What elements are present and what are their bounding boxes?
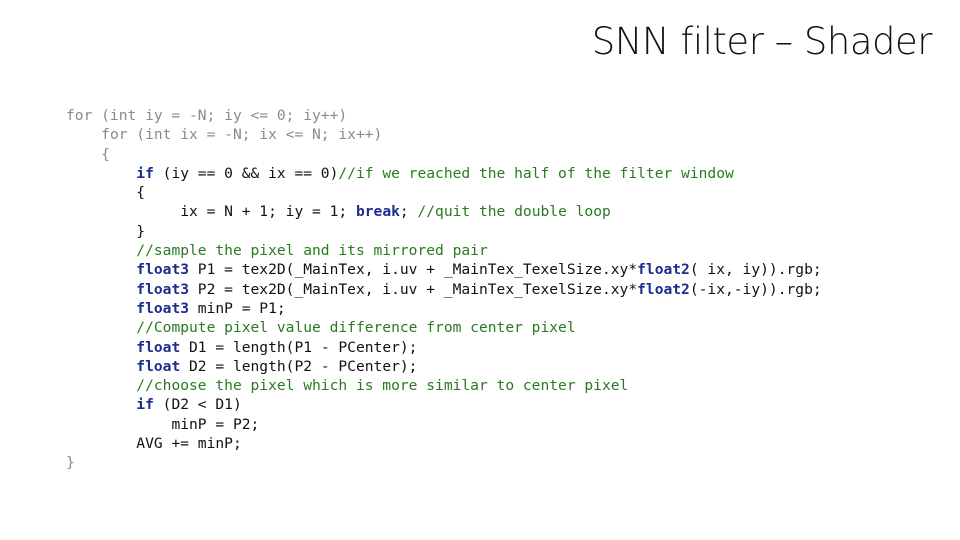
code-keyword: break xyxy=(355,203,400,221)
code-comment: //if we reached the half of the filter w… xyxy=(338,164,734,182)
code-line: for (int ix = -N; ix <= N; ix++) xyxy=(66,125,822,144)
code-text: AVG += minP; xyxy=(136,435,242,453)
code-text: minP = P1; xyxy=(189,299,286,317)
code-line: } xyxy=(66,222,822,241)
code-line: minP = P2; xyxy=(66,415,822,434)
code-text: { xyxy=(136,184,146,202)
code-text: ix = N + 1; iy = 1; xyxy=(180,203,356,221)
code-text: D1 = length(P1 - PCenter); xyxy=(180,338,418,356)
code-comment: //Compute pixel value difference from ce… xyxy=(136,319,576,337)
code-type: float3 xyxy=(136,280,190,298)
code-line: if (D2 < D1) xyxy=(66,395,822,414)
code-type: float3 xyxy=(136,299,190,317)
code-text: P1 = tex2D(_MainTex, i.uv + _MainTex_Tex… xyxy=(189,261,638,279)
code-keyword: for xyxy=(66,107,93,124)
code-text: (iy == 0 && ix == 0) xyxy=(153,164,339,182)
slide-title: SNN filter – Shader xyxy=(591,20,933,63)
code-block: for (int iy = -N; iy <= 0; iy++) for (in… xyxy=(66,106,822,473)
code-text: ( ix, iy)).rgb; xyxy=(689,261,822,279)
code-type: float2 xyxy=(637,261,690,279)
code-line: } xyxy=(66,453,822,472)
code-line: { xyxy=(66,183,822,202)
code-text: } xyxy=(136,222,146,240)
code-comment: //sample the pixel and its mirrored pair xyxy=(136,242,488,260)
code-line: //Compute pixel value difference from ce… xyxy=(66,318,822,337)
code-text: D2 = length(P2 - PCenter); xyxy=(180,357,418,375)
code-keyword: if xyxy=(136,396,154,414)
code-line: float D1 = length(P1 - PCenter); xyxy=(66,338,822,357)
code-comment: //quit the double loop xyxy=(417,203,611,221)
code-text: (int ix = -N; ix <= N; ix++) xyxy=(127,126,383,144)
code-text: (int iy = -N; iy <= 0; iy++) xyxy=(92,107,348,124)
code-line: float3 minP = P1; xyxy=(66,299,822,318)
code-line: float D2 = length(P2 - PCenter); xyxy=(66,357,822,376)
code-line: AVG += minP; xyxy=(66,434,822,453)
code-text: (D2 < D1) xyxy=(153,396,242,414)
code-text: minP = P2; xyxy=(171,415,260,433)
code-type: float xyxy=(136,338,181,356)
code-line: { xyxy=(66,145,822,164)
code-line: //sample the pixel and its mirrored pair xyxy=(66,241,822,260)
code-line: if (iy == 0 && ix == 0)//if we reached t… xyxy=(66,164,822,183)
code-keyword: for xyxy=(101,126,128,144)
code-line: float3 P1 = tex2D(_MainTex, i.uv + _Main… xyxy=(66,260,822,279)
code-text: { xyxy=(101,145,110,163)
code-type: float xyxy=(136,357,181,375)
code-line: //choose the pixel which is more similar… xyxy=(66,376,822,395)
code-type: float3 xyxy=(136,261,190,279)
code-text: (-ix,-iy)).rgb; xyxy=(689,280,822,298)
code-line: for (int iy = -N; iy <= 0; iy++) xyxy=(66,106,822,125)
code-type: float2 xyxy=(637,280,690,298)
code-text: P2 = tex2D(_MainTex, i.uv + _MainTex_Tex… xyxy=(189,280,638,298)
code-comment: //choose the pixel which is more similar… xyxy=(136,377,629,395)
code-text: } xyxy=(66,454,75,472)
code-line: ix = N + 1; iy = 1; break; //quit the do… xyxy=(66,202,822,221)
code-line: float3 P2 = tex2D(_MainTex, i.uv + _Main… xyxy=(66,280,822,299)
code-keyword: if xyxy=(136,164,154,182)
code-text: ; xyxy=(399,203,418,221)
